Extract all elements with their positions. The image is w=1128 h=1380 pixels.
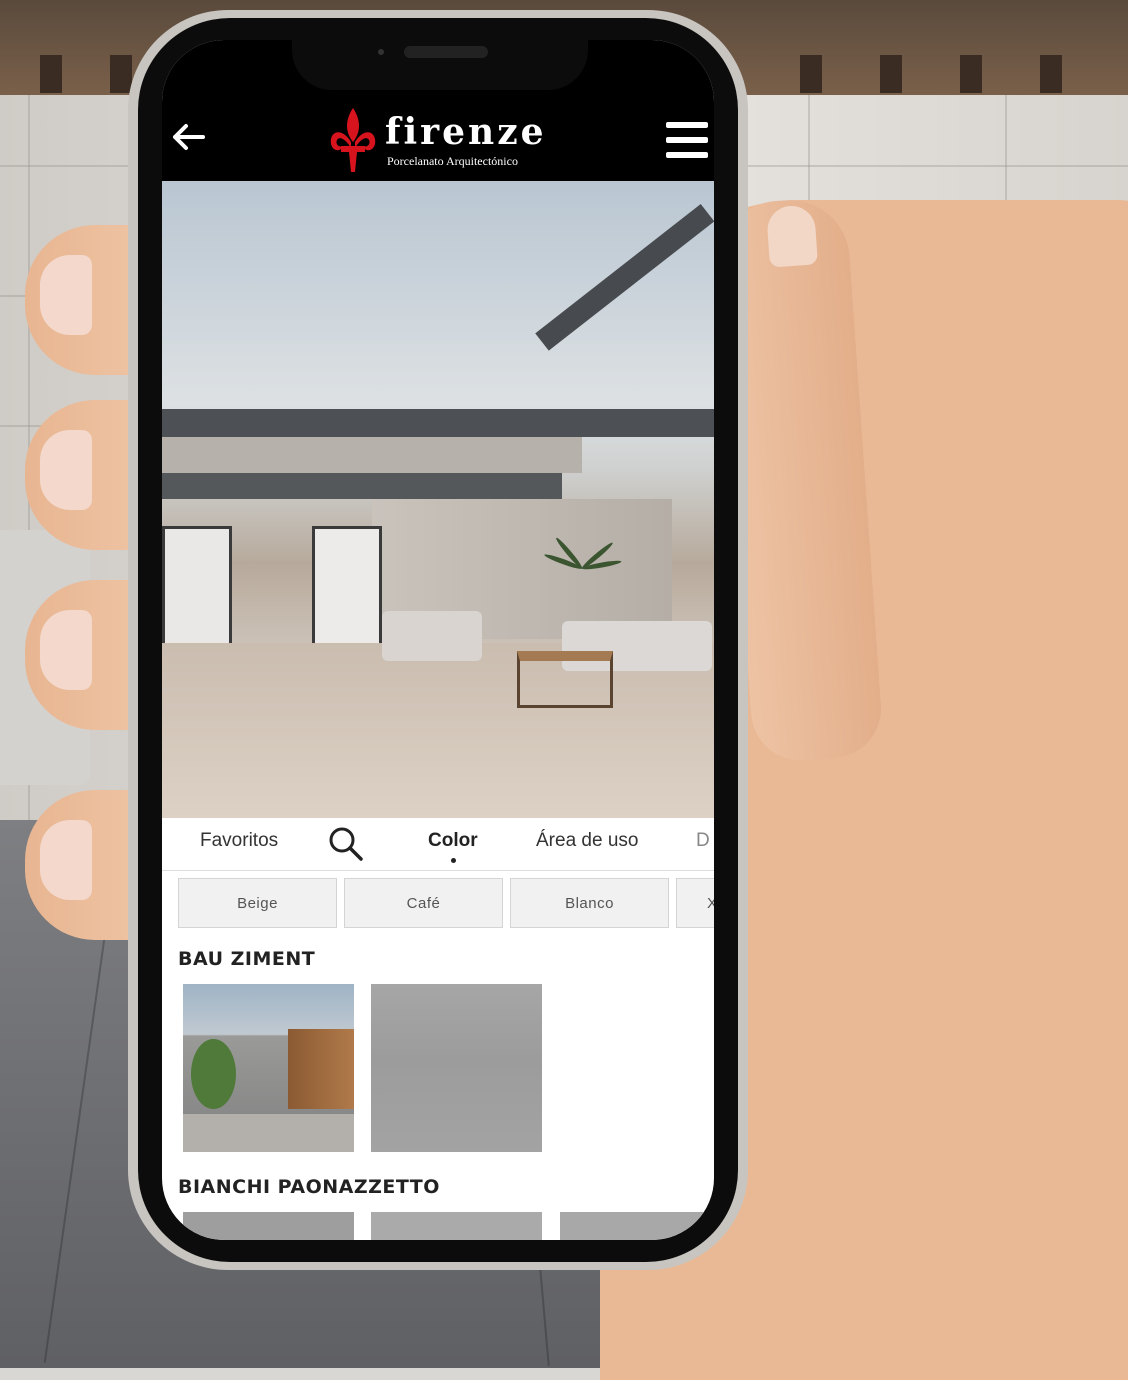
- brand-name: firenze: [385, 111, 547, 153]
- chip-blanco[interactable]: Blanco: [510, 878, 669, 928]
- product-thumbnail[interactable]: [371, 1212, 542, 1240]
- tab-truncated[interactable]: D: [696, 830, 710, 852]
- fleur-de-lis-icon: [330, 108, 376, 172]
- tab-color[interactable]: Color: [428, 830, 478, 852]
- hero-image: [162, 181, 714, 818]
- brand-tagline: Porcelanato Arquitectónico: [387, 154, 518, 168]
- filter-tabs: Favoritos Color Área de uso D: [162, 818, 714, 871]
- arrow-left-icon[interactable]: [172, 122, 212, 156]
- tab-area-de-uso[interactable]: Área de uso: [536, 830, 638, 852]
- search-icon[interactable]: [328, 826, 364, 862]
- chip-beige[interactable]: Beige: [178, 878, 337, 928]
- hamburger-menu-icon[interactable]: [666, 122, 708, 162]
- chip-cafe[interactable]: Café: [344, 878, 503, 928]
- phone-notch: [292, 32, 588, 90]
- collection-title: BIANCHI PAONAZZETTO: [178, 1176, 440, 1198]
- brand-logo[interactable]: firenze Porcelanato Arquitectónico: [327, 106, 567, 178]
- product-thumbnail[interactable]: [183, 984, 354, 1152]
- tab-favoritos[interactable]: Favoritos: [200, 830, 278, 852]
- product-thumbnail[interactable]: [371, 984, 542, 1152]
- product-thumbnail[interactable]: [560, 1212, 714, 1240]
- color-chips: Beige Café Blanco X: [162, 876, 714, 932]
- product-thumbnail[interactable]: [183, 1212, 354, 1240]
- chip-truncated[interactable]: X: [676, 878, 714, 928]
- active-tab-indicator: [451, 858, 456, 863]
- collection-title: BAU ZIMENT: [178, 948, 316, 970]
- app-screen: firenze Porcelanato Arquitectónico Favor…: [162, 40, 714, 1240]
